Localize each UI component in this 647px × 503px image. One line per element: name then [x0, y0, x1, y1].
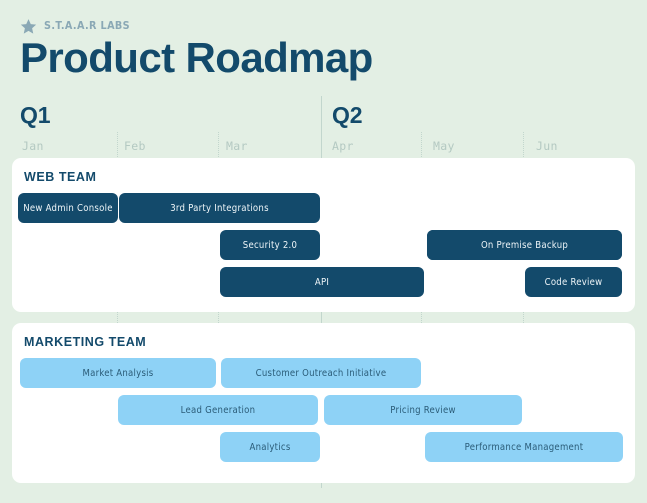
month-label-jun: Jun [536, 139, 558, 153]
star-icon [20, 18, 37, 34]
task-bar[interactable]: Performance Management [425, 432, 623, 462]
brand-logo: S.T.A.A.R LABS [20, 17, 137, 35]
team-card-marketing: MARKETING TEAM Market Analysis Customer O… [12, 323, 635, 483]
task-bar[interactable]: On Premise Backup [427, 230, 622, 260]
task-bar[interactable]: Market Analysis [20, 358, 216, 388]
task-bar[interactable]: Analytics [220, 432, 320, 462]
month-label-may: May [433, 139, 455, 153]
task-bar[interactable]: Customer Outreach Initiative [221, 358, 421, 388]
month-label-apr: Apr [332, 139, 354, 153]
quarter-label-q2: Q2 [332, 102, 363, 128]
task-bar[interactable]: API [220, 267, 424, 297]
month-label-jan: Jan [22, 139, 44, 153]
team-title: WEB TEAM [24, 170, 97, 184]
task-bar[interactable]: Lead Generation [118, 395, 318, 425]
task-bar[interactable]: Pricing Review [324, 395, 522, 425]
roadmap-page: S.T.A.A.R LABS Product Roadmap Q1 Q2 Jan Fe… [0, 0, 647, 503]
task-bar[interactable]: Code Review [525, 267, 622, 297]
quarter-label-q1: Q1 [20, 102, 51, 128]
brand-name: S.T.A.A.R LABS [44, 20, 130, 32]
task-bar[interactable]: 3rd Party Integrations [119, 193, 320, 223]
month-label-mar: Mar [226, 139, 248, 153]
page-title: Product Roadmap [20, 34, 373, 81]
task-bar[interactable]: Security 2.0 [220, 230, 320, 260]
team-card-web: WEB TEAM New Admin Console 3rd Party Inte… [12, 158, 635, 312]
task-bar[interactable]: New Admin Console [18, 193, 118, 223]
month-label-feb: Feb [124, 139, 146, 153]
team-title: MARKETING TEAM [24, 335, 147, 349]
